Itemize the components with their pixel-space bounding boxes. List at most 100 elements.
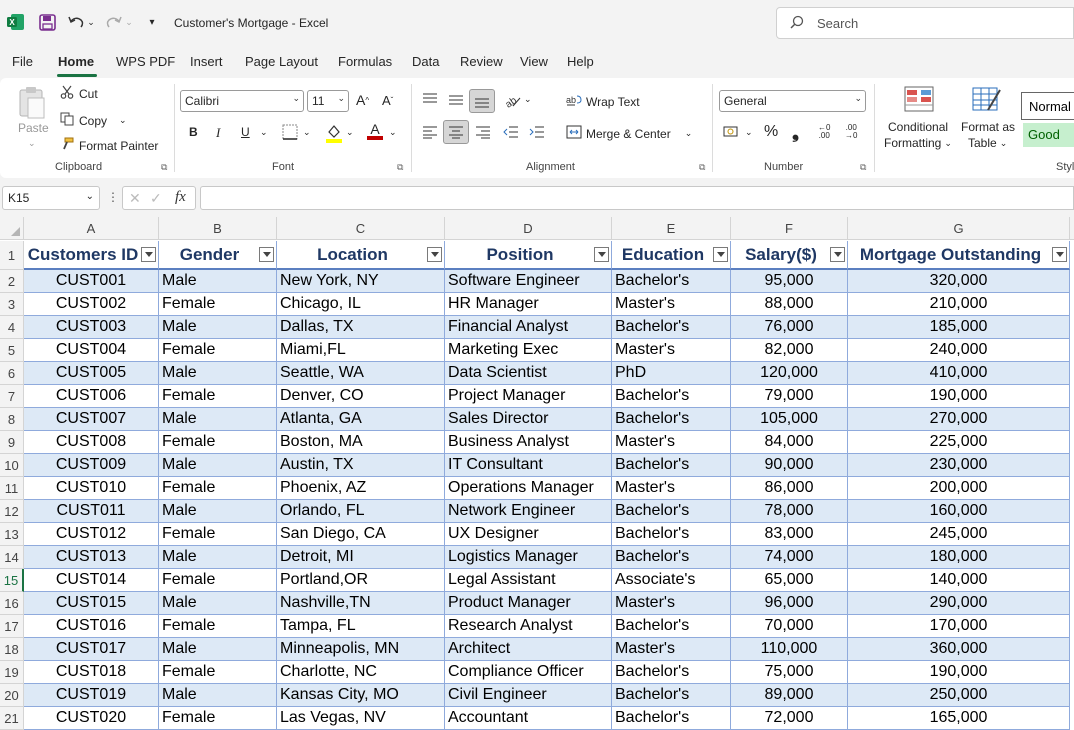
- row-header[interactable]: 8: [0, 408, 24, 431]
- table-cell[interactable]: Boston, MA: [277, 431, 445, 454]
- column-header-b[interactable]: B: [159, 217, 277, 240]
- table-cell[interactable]: 250,000: [848, 684, 1070, 707]
- row-header[interactable]: 2: [0, 270, 24, 293]
- table-cell[interactable]: 290,000: [848, 592, 1070, 615]
- row-header[interactable]: 4: [0, 316, 24, 339]
- table-cell[interactable]: Orlando, FL: [277, 500, 445, 523]
- table-cell[interactable]: 180,000: [848, 546, 1070, 569]
- row-header[interactable]: 18: [0, 638, 24, 661]
- insert-function-icon[interactable]: fx: [175, 189, 186, 206]
- table-cell[interactable]: Master's: [612, 638, 731, 661]
- table-cell[interactable]: CUST010: [24, 477, 159, 500]
- table-cell[interactable]: 76,000: [731, 316, 848, 339]
- table-cell[interactable]: Denver, CO: [277, 385, 445, 408]
- filter-dropdown-icon[interactable]: [713, 247, 728, 262]
- row-header[interactable]: 9: [0, 431, 24, 454]
- row-header[interactable]: 12: [0, 500, 24, 523]
- filter-dropdown-icon[interactable]: [1052, 247, 1067, 262]
- column-header-c[interactable]: C: [277, 217, 445, 240]
- table-cell[interactable]: Female: [159, 615, 277, 638]
- table-cell[interactable]: 190,000: [848, 661, 1070, 684]
- align-center-icon[interactable]: [443, 120, 469, 144]
- format-as-table-label[interactable]: Format as: [961, 120, 1015, 134]
- table-cell[interactable]: Associate's: [612, 569, 731, 592]
- cut-button[interactable]: Cut: [60, 85, 98, 102]
- enter-icon[interactable]: ✓: [150, 190, 162, 207]
- table-header-cell[interactable]: Gender: [159, 241, 277, 270]
- table-cell[interactable]: Male: [159, 362, 277, 385]
- borders-icon[interactable]: [282, 124, 298, 140]
- table-cell[interactable]: PhD: [612, 362, 731, 385]
- borders-dropdown-icon[interactable]: ⌄: [303, 127, 311, 138]
- table-cell[interactable]: Master's: [612, 431, 731, 454]
- table-cell[interactable]: Male: [159, 270, 277, 293]
- underline-dropdown-icon[interactable]: ⌄: [260, 127, 268, 138]
- table-cell[interactable]: Master's: [612, 477, 731, 500]
- copy-dropdown-icon[interactable]: ⌄: [119, 115, 127, 126]
- column-header-a[interactable]: A: [24, 217, 159, 240]
- table-cell[interactable]: Architect: [445, 638, 612, 661]
- row-header[interactable]: 10: [0, 454, 24, 477]
- table-cell[interactable]: Male: [159, 638, 277, 661]
- table-cell[interactable]: 72,000: [731, 707, 848, 730]
- tab-home[interactable]: Home: [58, 54, 94, 69]
- table-cell[interactable]: Chicago, IL: [277, 293, 445, 316]
- font-color-icon[interactable]: A: [367, 122, 383, 140]
- tab-view[interactable]: View: [520, 54, 548, 69]
- table-cell[interactable]: 140,000: [848, 569, 1070, 592]
- underline-button[interactable]: U: [241, 125, 250, 139]
- table-cell[interactable]: Product Manager: [445, 592, 612, 615]
- undo-icon[interactable]: [66, 12, 86, 32]
- more-options-icon[interactable]: ⋮: [107, 190, 119, 204]
- table-cell[interactable]: CUST005: [24, 362, 159, 385]
- select-all-button[interactable]: [0, 217, 24, 240]
- table-cell[interactable]: Female: [159, 477, 277, 500]
- table-cell[interactable]: 78,000: [731, 500, 848, 523]
- style-normal[interactable]: Normal: [1021, 92, 1074, 120]
- table-cell[interactable]: 110,000: [731, 638, 848, 661]
- table-cell[interactable]: 95,000: [731, 270, 848, 293]
- table-cell[interactable]: 230,000: [848, 454, 1070, 477]
- table-cell[interactable]: Female: [159, 569, 277, 592]
- table-cell[interactable]: CUST006: [24, 385, 159, 408]
- number-launcher-icon[interactable]: ⧉: [860, 162, 866, 173]
- table-cell[interactable]: 65,000: [731, 569, 848, 592]
- table-cell[interactable]: Civil Engineer: [445, 684, 612, 707]
- table-cell[interactable]: 105,000: [731, 408, 848, 431]
- increase-decimal-icon[interactable]: ←0.00: [818, 124, 830, 140]
- table-cell[interactable]: 170,000: [848, 615, 1070, 638]
- merge-center-button[interactable]: Merge & Center ⌄: [566, 125, 692, 142]
- redo-icon[interactable]: [104, 12, 124, 32]
- table-cell[interactable]: Marketing Exec: [445, 339, 612, 362]
- row-header[interactable]: 11: [0, 477, 24, 500]
- table-cell[interactable]: 79,000: [731, 385, 848, 408]
- table-cell[interactable]: Male: [159, 546, 277, 569]
- filter-dropdown-icon[interactable]: [259, 247, 274, 262]
- table-cell[interactable]: CUST015: [24, 592, 159, 615]
- column-header-d[interactable]: D: [445, 217, 612, 240]
- table-header-cell[interactable]: Mortgage Outstanding: [848, 241, 1070, 270]
- tab-wps-pdf[interactable]: WPS PDF: [116, 54, 175, 69]
- decrease-decimal-icon[interactable]: .00 →0: [845, 124, 857, 140]
- table-cell[interactable]: CUST004: [24, 339, 159, 362]
- row-header[interactable]: 16: [0, 592, 24, 615]
- table-cell[interactable]: 96,000: [731, 592, 848, 615]
- table-cell[interactable]: IT Consultant: [445, 454, 612, 477]
- row-header[interactable]: 1: [0, 241, 24, 270]
- column-header-h[interactable]: [1070, 217, 1074, 240]
- table-cell[interactable]: CUST001: [24, 270, 159, 293]
- row-header[interactable]: 7: [0, 385, 24, 408]
- table-cell[interactable]: CUST018: [24, 661, 159, 684]
- row-header[interactable]: 14: [0, 546, 24, 569]
- table-cell[interactable]: Female: [159, 385, 277, 408]
- table-cell[interactable]: 190,000: [848, 385, 1070, 408]
- table-cell[interactable]: Bachelor's: [612, 546, 731, 569]
- table-header-cell[interactable]: Customers ID: [24, 241, 159, 270]
- row-header[interactable]: 20: [0, 684, 24, 707]
- row-header[interactable]: 21: [0, 707, 24, 730]
- filter-dropdown-icon[interactable]: [427, 247, 442, 262]
- clipboard-launcher-icon[interactable]: ⧉: [161, 162, 167, 173]
- table-cell[interactable]: CUST013: [24, 546, 159, 569]
- table-cell[interactable]: 200,000: [848, 477, 1070, 500]
- increase-font-icon[interactable]: A ^: [356, 92, 369, 108]
